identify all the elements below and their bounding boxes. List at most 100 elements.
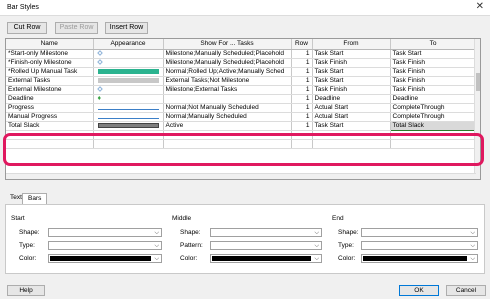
ok-button[interactable]: OK	[399, 285, 439, 296]
col-header-show-for[interactable]: Show For ... Tasks	[163, 39, 292, 50]
start-type-select[interactable]: ⌵	[48, 241, 162, 250]
cell-from[interactable]: Task Start	[312, 49, 391, 59]
cell-name[interactable]: External Tasks	[6, 76, 94, 86]
bar-styles-grid[interactable]: Name Appearance Show For ... Tasks Row F…	[5, 38, 481, 180]
cell-from[interactable]: Task Start	[312, 76, 391, 86]
cell-row[interactable]: 1	[291, 76, 313, 86]
table-row[interactable]: Deadline ♦ 1 Deadline Deadline	[6, 94, 477, 104]
cell-name[interactable]: External Milestone	[6, 85, 94, 95]
table-row[interactable]: Manual Progress Normal;Manually Scheduled…	[6, 112, 477, 122]
col-header-name[interactable]: Name	[6, 39, 94, 50]
cancel-button[interactable]: Cancel	[446, 285, 486, 296]
cell-to[interactable]: Task Finish	[390, 67, 477, 77]
table-row[interactable]	[6, 139, 477, 149]
col-header-to[interactable]: To	[390, 39, 477, 50]
table-row[interactable]: Total Slack Active 1 Task Start Total Slack	[6, 120, 477, 131]
vertical-scrollbar[interactable]	[474, 39, 480, 179]
table-row[interactable]: Progress Normal;Not Manually Scheduled 1 Ac…	[6, 103, 477, 113]
cell-row[interactable]: 1	[291, 85, 313, 95]
cell-appearance[interactable]	[93, 130, 164, 140]
insert-row-button[interactable]: Insert Row	[105, 22, 148, 34]
cut-row-button[interactable]: Cut Row	[7, 22, 47, 34]
cell-from[interactable]	[312, 139, 391, 149]
cell-name[interactable]	[6, 130, 94, 140]
cell-appearance[interactable]	[93, 85, 164, 95]
cell-appearance[interactable]	[93, 67, 164, 77]
cell-to[interactable]: CompleteThrough	[390, 103, 477, 113]
cell-to[interactable]: Task Start	[390, 49, 477, 59]
close-icon[interactable]: ✕	[476, 2, 484, 12]
cell-name[interactable]: Progress	[6, 103, 94, 113]
cell-row[interactable]: 1	[291, 103, 313, 113]
cell-from[interactable]: Task Start	[312, 121, 391, 131]
end-color-select[interactable]: ⌵	[361, 254, 478, 263]
cell-to[interactable]: Deadline	[390, 94, 477, 104]
cell-row[interactable]: 1	[291, 94, 313, 104]
cell-name[interactable]: *Rolled Up Manual Task	[6, 67, 94, 77]
col-header-row[interactable]: Row	[291, 39, 313, 50]
cell-appearance[interactable]	[93, 139, 164, 149]
cell-from[interactable]	[312, 130, 391, 140]
cell-name[interactable]: Deadline	[6, 94, 94, 104]
cell-row[interactable]: 1	[291, 67, 313, 77]
table-row[interactable]: *Start-only Milestone Milestone;Manually …	[6, 49, 477, 59]
scroll-thumb[interactable]	[476, 73, 480, 91]
cell-show[interactable]	[163, 130, 292, 140]
table-row[interactable]: External Tasks External Tasks;Not Milesto…	[6, 76, 477, 86]
cell-to[interactable]: Total Slack	[389, 120, 477, 131]
cell-show[interactable]: Normal;Manually Scheduled	[163, 112, 292, 122]
cell-show[interactable]: External Tasks;Not Milestone	[163, 76, 292, 86]
cell-from[interactable]: Deadline	[312, 94, 391, 104]
cell-appearance[interactable]	[93, 49, 164, 59]
col-header-appearance[interactable]: Appearance	[93, 39, 164, 50]
cell-show[interactable]: Normal;Rolled Up;Active;Manually Sched	[163, 67, 292, 77]
cell-name[interactable]: *Start-only Milestone	[6, 49, 94, 59]
cell-show[interactable]: Milestone;Manually Scheduled;Placehold	[163, 58, 292, 68]
cell-row[interactable]: 1	[291, 58, 313, 68]
cell-row[interactable]: 1	[291, 112, 313, 122]
end-shape-select[interactable]: ⌵	[361, 228, 478, 237]
cell-from[interactable]: Actual Start	[312, 112, 391, 122]
cell-appearance[interactable]	[93, 58, 164, 68]
cell-show[interactable]: Milestone;External Tasks	[163, 85, 292, 95]
cell-from[interactable]: Task Start	[312, 67, 391, 77]
cell-appearance[interactable]	[93, 103, 164, 113]
cell-show[interactable]: Active	[163, 121, 292, 131]
table-row[interactable]	[6, 130, 477, 140]
cell-from[interactable]: Task Finish	[312, 58, 391, 68]
middle-shape-select[interactable]: ⌵	[210, 228, 322, 237]
table-row[interactable]: *Rolled Up Manual Task Normal;Rolled Up;A…	[6, 67, 477, 77]
cell-appearance[interactable]	[93, 112, 164, 122]
cell-show[interactable]: Milestone;Manually Scheduled;Placehold	[163, 49, 292, 59]
cell-show[interactable]	[163, 139, 292, 149]
middle-color-select[interactable]: ⌵	[210, 254, 322, 263]
cell-appearance[interactable]	[93, 121, 164, 131]
horizontal-scrollbar[interactable]	[6, 173, 476, 179]
cell-to[interactable]: CompleteThrough	[390, 112, 477, 122]
cell-to[interactable]	[390, 130, 477, 140]
start-color-select[interactable]: ⌵	[48, 254, 162, 263]
cell-to[interactable]: Task Finish	[390, 76, 477, 86]
cell-show[interactable]: Normal;Not Manually Scheduled	[163, 103, 292, 113]
cell-to[interactable]	[390, 139, 477, 149]
table-row[interactable]: External Milestone Milestone;External Tas…	[6, 85, 477, 95]
cell-name[interactable]: Total Slack	[6, 121, 94, 131]
table-row[interactable]: *Finish-only Milestone Milestone;Manually…	[6, 58, 477, 68]
cell-name[interactable]: Manual Progress	[6, 112, 94, 122]
cell-from[interactable]: Task Finish	[312, 85, 391, 95]
cell-row[interactable]	[291, 130, 313, 140]
cell-to[interactable]: Task Finish	[390, 85, 477, 95]
cell-name[interactable]	[6, 139, 94, 149]
cell-name[interactable]: *Finish-only Milestone	[6, 58, 94, 68]
cell-appearance[interactable]	[93, 76, 164, 86]
cell-to[interactable]: Task Finish	[390, 58, 477, 68]
cell-row[interactable]: 1	[291, 121, 313, 131]
paste-row-button[interactable]: Paste Row	[55, 22, 98, 34]
cell-from[interactable]: Actual Start	[312, 103, 391, 113]
start-shape-select[interactable]: ⌵	[48, 228, 162, 237]
end-type-select[interactable]: ⌵	[361, 241, 478, 250]
help-button[interactable]: Help	[7, 285, 45, 296]
cell-row[interactable]: 1	[291, 49, 313, 59]
cell-row[interactable]	[291, 139, 313, 149]
col-header-from[interactable]: From	[312, 39, 391, 50]
